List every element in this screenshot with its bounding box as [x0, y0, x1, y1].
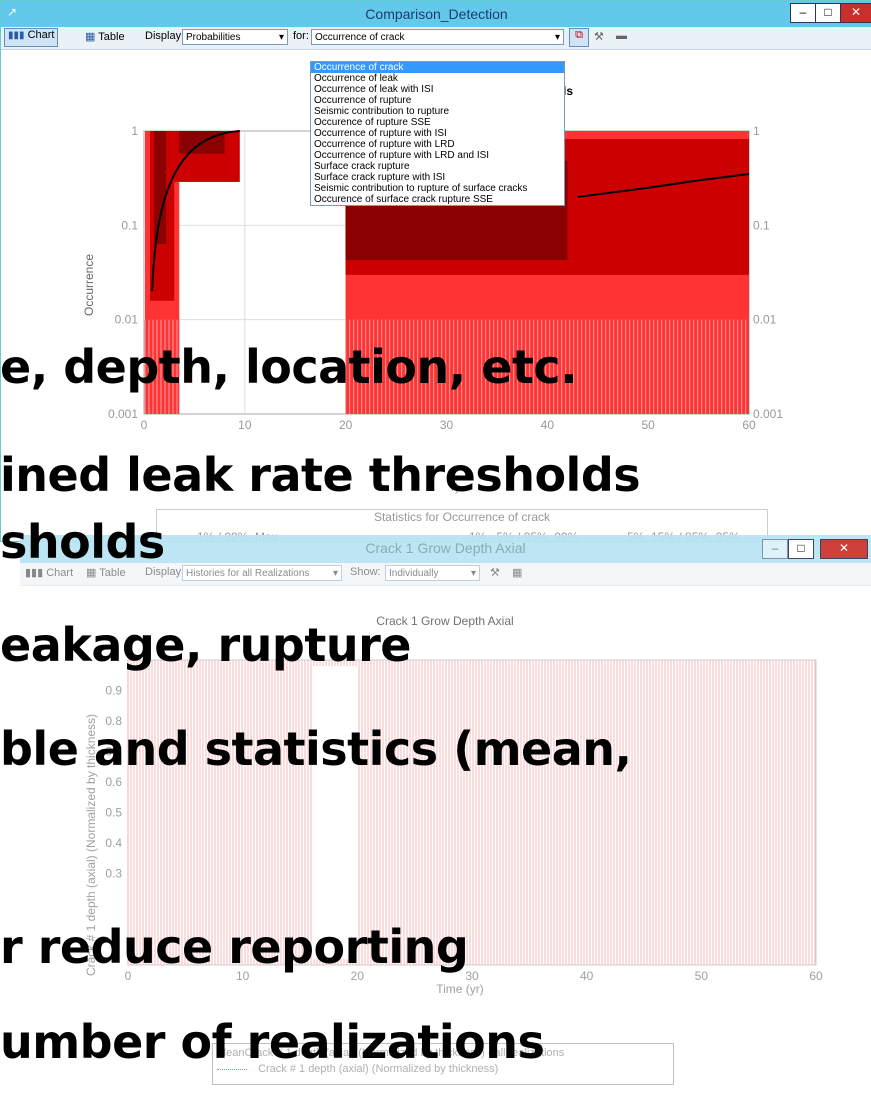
overlay-line-4: eakage, rupture — [0, 618, 411, 672]
dropdown-option[interactable]: Occurrence of rupture with ISI — [311, 128, 564, 139]
dropdown-option[interactable]: Occurrence of crack — [311, 62, 564, 73]
chevron-down-icon: ▾ — [278, 32, 284, 43]
y-tick-label: 0.01 — [115, 313, 139, 327]
close-button[interactable]: ✕ — [840, 3, 871, 23]
x-tick-label: 20 — [339, 418, 353, 432]
x-axis-label: Time (yr) — [436, 982, 484, 996]
statistics-title: Statistics for Occurrence of crack — [373, 510, 551, 524]
dropdown-option[interactable]: Surface crack rupture — [311, 161, 564, 172]
title-bar[interactable]: ↗ Comparison_Detection – □ ✕ — [1, 1, 871, 27]
dropdown-option[interactable]: Surface crack rupture with ISI — [311, 172, 564, 183]
y-tick-label: 0.6 — [105, 775, 122, 789]
y-tick-label: 0.4 — [105, 836, 122, 850]
y-tick-label: 1 — [131, 124, 138, 138]
bar-chart-icon: ▮▮▮ — [8, 30, 25, 41]
for-label: for: — [293, 30, 309, 42]
x-tick-label: 60 — [742, 418, 756, 432]
y-ticks-right: 1 0.1 0.01 0.001 — [753, 124, 783, 421]
y-tick-label: 0.01 — [753, 313, 777, 327]
dropdown-option[interactable]: Occurence of surface crack rupture SSE — [311, 194, 564, 205]
dropdown-option[interactable]: Occurrence of rupture — [311, 95, 564, 106]
chart-style-icon[interactable]: ⧉ — [569, 28, 589, 47]
settings-icon[interactable]: ⚒ — [490, 566, 500, 579]
y-tick-label: 0.1 — [121, 218, 138, 232]
settings-icon[interactable]: ⚒ — [594, 30, 604, 43]
overlay-line-5: ble and statistics (mean, — [0, 722, 632, 776]
display-select[interactable]: Probabilities ▾ — [182, 29, 288, 45]
show-select[interactable]: Individually ▾ — [385, 565, 480, 581]
x-ticks: 0 10 20 30 40 50 60 — [141, 418, 756, 432]
maximize-button[interactable]: □ — [788, 539, 814, 559]
close-button[interactable]: ✕ — [820, 539, 868, 559]
overlay-line-1: e, depth, location, etc. — [0, 340, 578, 394]
overlay-line-2: ined leak rate thresholds — [0, 448, 641, 502]
y-tick-label: 0.001 — [753, 407, 783, 421]
y-tick-label: 0.1 — [753, 218, 770, 232]
chart-tab[interactable]: ▮▮▮ Chart — [4, 28, 59, 47]
overlay-line-7: umber of realizations — [0, 1015, 545, 1069]
for-select[interactable]: Occurrence of crack ▾ — [311, 29, 564, 45]
overlay-line-3: sholds — [0, 515, 165, 569]
maximize-button[interactable]: □ — [815, 3, 841, 23]
y-tick-label: 1 — [753, 124, 760, 138]
y-tick-label: 0.9 — [105, 684, 122, 698]
x-tick-label: 50 — [641, 418, 655, 432]
y-tick-label: 0.3 — [105, 867, 122, 881]
chevron-down-icon: ▾ — [554, 32, 560, 43]
dropdown-option[interactable]: Seismic contribution to rupture of surfa… — [311, 183, 564, 194]
toolbar: ▮▮▮ Chart ▦ Table Display: Probabilities… — [1, 27, 871, 50]
dropdown-option[interactable]: Occurrence of rupture with LRD and ISI — [311, 150, 564, 161]
y-ticks: 0.90.80.70.60.50.40.3 — [105, 684, 122, 881]
table-icon: ▦ — [85, 31, 96, 43]
dropdown-option[interactable]: Occurrence of leak — [311, 73, 564, 84]
x-tick-label: 60 — [809, 969, 823, 983]
minimize-button[interactable]: – — [790, 3, 816, 23]
for-dropdown-list[interactable]: Occurrence of crack Occurrence of leak Occ… — [310, 61, 565, 206]
display-label: Display: — [145, 30, 185, 42]
dropdown-option[interactable]: Occurrence of rupture with LRD — [311, 139, 564, 150]
y-axis-label: Occurrence — [82, 254, 96, 316]
overlay-line-6: r reduce reporting — [0, 920, 469, 974]
minimize-button[interactable]: – — [762, 539, 788, 559]
chevron-down-icon: ▾ — [470, 568, 476, 579]
gap-region — [311, 666, 358, 959]
x-tick-label: 0 — [141, 418, 148, 432]
grid-icon[interactable]: ▦ — [512, 566, 522, 579]
show-label: Show: — [350, 566, 381, 578]
x-tick-label: 30 — [440, 418, 454, 432]
window-title: Comparison_Detection — [365, 6, 508, 22]
band-left-inner — [154, 131, 167, 245]
x-tick-label: 10 — [238, 418, 252, 432]
dropdown-option[interactable]: Seismic contribution to rupture — [311, 106, 564, 117]
copy-icon[interactable]: ▬ — [616, 30, 627, 42]
x-tick-label: 40 — [541, 418, 555, 432]
dropdown-option[interactable]: Occurrence of leak with ISI — [311, 84, 564, 95]
table-tab[interactable]: ▦ Table — [85, 30, 125, 43]
y-tick-label: 0.5 — [105, 806, 122, 820]
y-tick-label: 0.001 — [108, 407, 138, 421]
x-tick-label: 40 — [580, 969, 594, 983]
display-select[interactable]: Histories for all Realizations ▾ — [182, 565, 342, 581]
chevron-down-icon: ▾ — [332, 568, 338, 579]
dropdown-option[interactable]: Occurence of rupture SSE — [311, 117, 564, 128]
x-tick-label: 50 — [695, 969, 709, 983]
